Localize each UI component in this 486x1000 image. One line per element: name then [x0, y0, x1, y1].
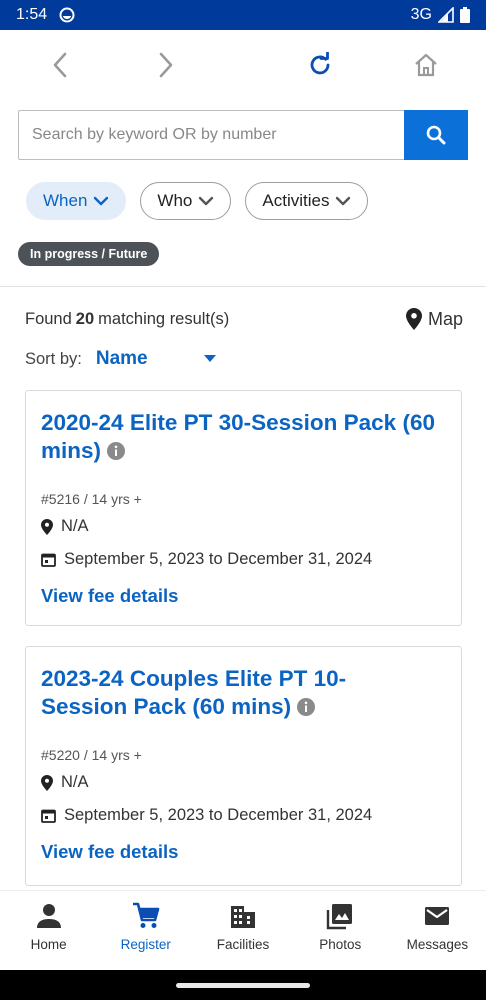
program-meta: #5216 / 14 yrs +	[41, 491, 142, 507]
home-nav-button[interactable]	[409, 48, 443, 82]
chevron-down-icon	[336, 196, 351, 206]
status-bar: 1:54 3G	[0, 0, 486, 30]
program-number: #5220	[41, 747, 80, 763]
filter-when-label: When	[43, 191, 88, 210]
bottom-tab-bar: Home Register Facilities Photos Messages	[0, 890, 486, 970]
results-prefix: Found	[25, 309, 72, 328]
sort-value: Name	[95, 348, 148, 369]
status-tag[interactable]: In progress / Future	[18, 242, 160, 266]
sort-control: Sort by: Name	[25, 348, 216, 370]
cart-icon	[132, 902, 160, 928]
sync-status-icon	[59, 7, 75, 23]
sort-label: Sort by:	[25, 349, 82, 368]
program-age: 14 yrs +	[91, 491, 142, 507]
view-fee-details-link[interactable]: View fee details	[41, 585, 446, 607]
program-location: N/A	[41, 517, 446, 536]
filter-when[interactable]: When	[26, 182, 127, 220]
filter-activities-label: Activities	[262, 191, 330, 210]
tab-home[interactable]: Home	[0, 891, 97, 970]
photos-icon	[327, 904, 353, 930]
program-dates: September 5, 2023 to December 31, 2024	[41, 806, 446, 825]
network-type: 3G	[410, 6, 432, 23]
location-pin-icon	[41, 518, 53, 535]
person-icon	[36, 904, 61, 928]
search-input[interactable]	[18, 110, 404, 160]
program-number: #5216	[41, 491, 80, 507]
tab-facilities[interactable]: Facilities	[194, 891, 291, 970]
signal-icon	[438, 7, 454, 23]
home-gesture-handle[interactable]	[176, 983, 310, 988]
results-count: 20	[75, 309, 95, 328]
calendar-icon	[41, 553, 56, 567]
divider	[0, 286, 486, 287]
tab-messages[interactable]: Messages	[389, 891, 486, 970]
chevron-down-icon	[199, 196, 214, 206]
calendar-icon	[41, 809, 56, 823]
mail-icon	[425, 907, 450, 925]
forward-button[interactable]	[149, 48, 183, 82]
tab-register[interactable]: Register	[97, 891, 194, 970]
map-button[interactable]: Map	[405, 308, 463, 330]
tab-photos[interactable]: Photos	[292, 891, 389, 970]
program-card[interactable]: 2023-24 Couples Elite PT 10- Session Pack…	[25, 646, 462, 886]
filter-who[interactable]: Who	[140, 182, 232, 220]
view-fee-details-link[interactable]: View fee details	[41, 841, 446, 863]
sort-select[interactable]: Name	[96, 348, 216, 370]
status-time: 1:54	[16, 6, 48, 23]
home-icon	[415, 53, 437, 77]
navigation-toolbar	[0, 30, 486, 100]
building-icon	[231, 906, 255, 928]
search-icon	[426, 125, 446, 145]
program-title[interactable]: 2020-24 Elite PT 30-Session Pack (60 min…	[41, 409, 446, 465]
chevron-left-icon	[53, 52, 67, 78]
info-icon[interactable]	[297, 698, 316, 716]
back-button[interactable]	[43, 48, 77, 82]
chevron-down-icon	[94, 196, 109, 206]
map-label: Map	[427, 308, 463, 329]
filter-activities[interactable]: Activities	[245, 182, 369, 220]
map-pin-icon	[405, 308, 422, 330]
refresh-icon	[310, 52, 330, 75]
results-suffix: matching result(s)	[98, 309, 230, 328]
search-bar	[18, 110, 468, 160]
program-title[interactable]: 2023-24 Couples Elite PT 10- Session Pack…	[41, 665, 446, 721]
program-location: N/A	[41, 773, 446, 792]
refresh-button[interactable]	[303, 48, 337, 82]
caret-down-icon	[203, 355, 216, 362]
chevron-right-icon	[159, 52, 173, 78]
program-meta: #5220 / 14 yrs +	[41, 747, 142, 763]
filter-chips: When Who Activities	[26, 182, 369, 220]
location-pin-icon	[41, 774, 53, 791]
search-button[interactable]	[404, 110, 468, 160]
filter-who-label: Who	[157, 191, 193, 210]
results-summary: Found 20 matching result(s) Map	[25, 306, 463, 332]
system-navigation-bar	[0, 970, 486, 1000]
program-age: 14 yrs +	[91, 747, 142, 763]
battery-icon	[460, 7, 470, 23]
program-dates: September 5, 2023 to December 31, 2024	[41, 550, 446, 569]
program-card[interactable]: 2020-24 Elite PT 30-Session Pack (60 min…	[25, 390, 462, 626]
info-icon[interactable]	[107, 442, 126, 460]
